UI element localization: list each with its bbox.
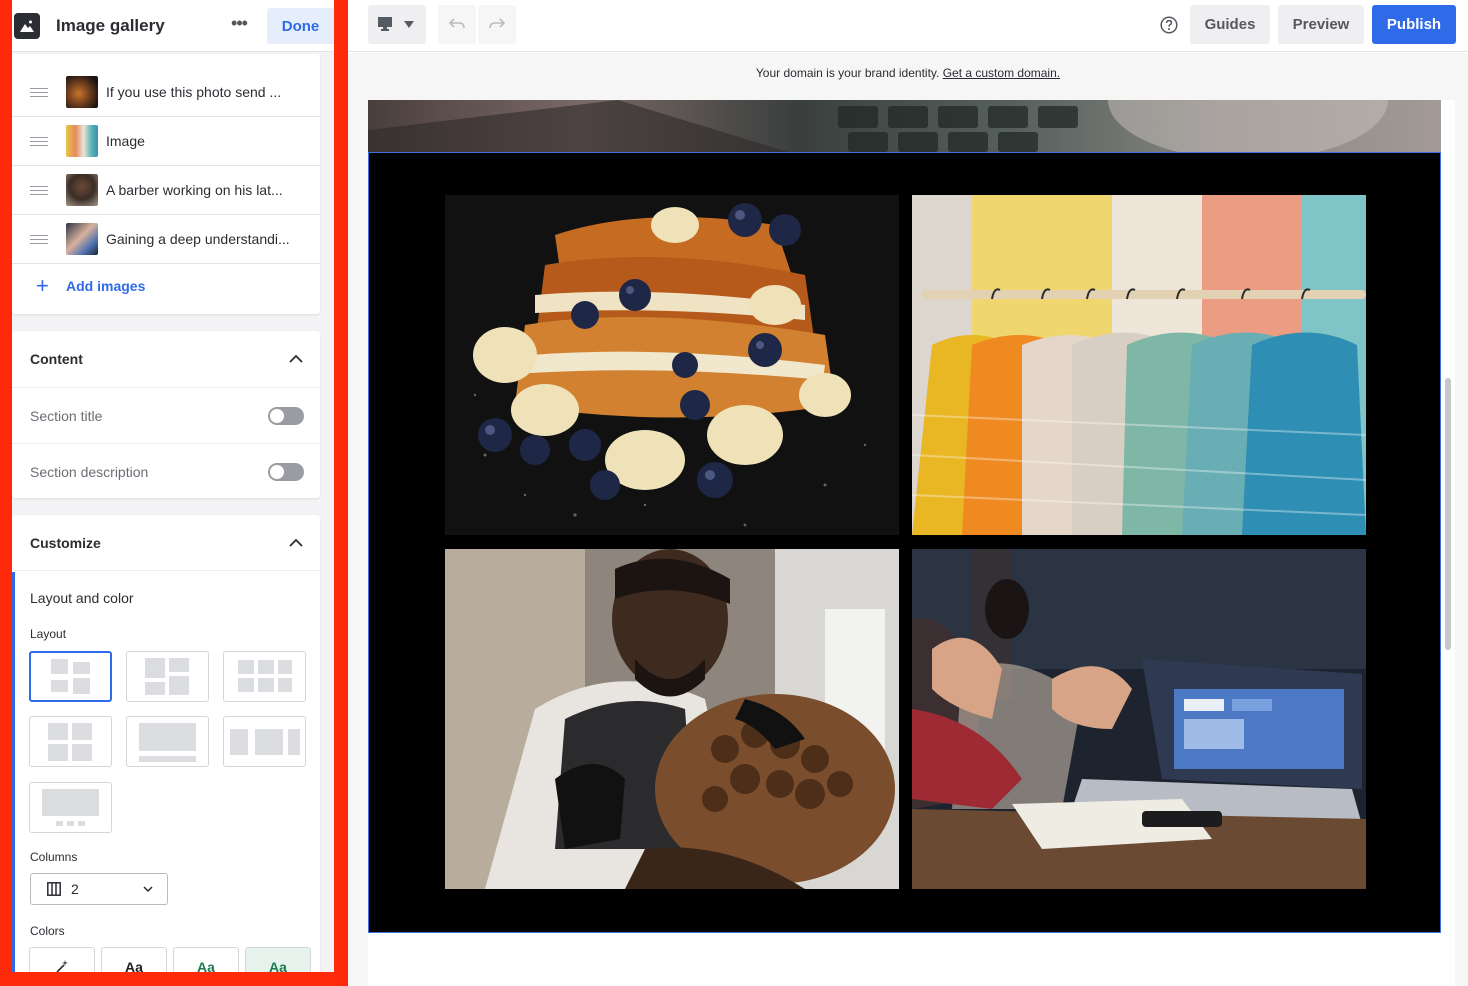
magic-wand-icon xyxy=(56,960,68,972)
content-header[interactable]: Content xyxy=(12,331,320,387)
panel-header: Image gallery ••• Done xyxy=(12,0,334,52)
layout-option-full-width[interactable] xyxy=(126,716,209,767)
image-list-item[interactable]: Image xyxy=(12,117,320,166)
colors-label: Colors xyxy=(30,924,65,938)
help-icon[interactable] xyxy=(1160,16,1178,34)
color-option-auto[interactable] xyxy=(29,947,95,972)
image-thumbnail xyxy=(66,174,98,206)
custom-domain-link[interactable]: Get a custom domain. xyxy=(943,66,1060,80)
redo-button[interactable] xyxy=(478,5,516,44)
image-list-item-label: If you use this photo send ... xyxy=(106,84,282,100)
editor-toolbar: Guides Preview Publish xyxy=(348,0,1468,52)
redo-icon xyxy=(489,18,505,29)
gallery-image-barber[interactable] xyxy=(445,549,899,889)
content-title: Content xyxy=(30,351,83,367)
image-list-item-label: A barber working on his lat... xyxy=(106,182,283,198)
layout-label: Layout xyxy=(30,627,67,641)
image-list-item[interactable]: A barber working on his lat... xyxy=(12,166,320,215)
domain-banner: Your domain is your brand identity. Get … xyxy=(348,66,1468,80)
gallery-image-meeting[interactable] xyxy=(912,549,1366,889)
plus-icon: + xyxy=(36,273,49,298)
columns-label: Columns xyxy=(30,850,78,864)
image-thumbnail xyxy=(66,76,98,108)
content-card: Content Section title Section descriptio… xyxy=(12,331,320,498)
chevron-up-icon[interactable] xyxy=(289,536,303,550)
chevron-up-icon[interactable] xyxy=(289,352,303,366)
layout-and-color-label: Layout and color xyxy=(30,590,134,606)
gallery-image-french-toast[interactable] xyxy=(445,195,899,535)
columns-select[interactable]: 2 xyxy=(30,873,168,905)
section-description-label: Section description xyxy=(30,463,149,480)
customize-title: Customize xyxy=(30,534,101,551)
image-list-card: If you use this photo send ... Image A b… xyxy=(12,54,320,314)
section-title-toggle[interactable] xyxy=(268,406,304,425)
drag-handle-icon[interactable] xyxy=(30,234,48,244)
image-gallery-panel: Image gallery ••• Done If you use this p… xyxy=(12,0,334,972)
layout-option-grid-square[interactable] xyxy=(29,716,112,767)
layout-option-carousel[interactable] xyxy=(223,716,306,767)
done-button[interactable]: Done xyxy=(267,8,334,44)
next-section[interactable] xyxy=(368,933,1441,986)
color-option-green-text[interactable]: Aa xyxy=(173,947,239,972)
image-thumbnail xyxy=(66,223,98,255)
layout-option-grid-2x2[interactable] xyxy=(29,651,112,702)
color-option-dark-text[interactable]: Aa xyxy=(101,947,167,972)
domain-banner-text: Your domain is your brand identity. xyxy=(755,66,940,80)
gallery-image-clothing-rack[interactable] xyxy=(912,195,1366,535)
image-list-item-label: Image xyxy=(106,133,145,149)
columns-value: 2 xyxy=(71,881,79,897)
image-gallery-section[interactable] xyxy=(368,152,1441,933)
add-images-button[interactable]: + Add images xyxy=(36,273,146,298)
layout-option-slideshow[interactable] xyxy=(29,782,112,833)
undo-icon xyxy=(449,18,465,29)
previous-section-image[interactable] xyxy=(368,100,1441,152)
panel-title: Image gallery xyxy=(56,15,165,35)
columns-icon xyxy=(47,882,61,896)
more-options-icon[interactable]: ••• xyxy=(228,14,250,36)
layout-option-masonry[interactable] xyxy=(126,651,209,702)
drag-handle-icon[interactable] xyxy=(30,87,48,97)
publish-button[interactable]: Publish xyxy=(1372,5,1456,44)
add-images-label: Add images xyxy=(66,278,146,294)
image-gallery-icon xyxy=(14,12,40,39)
drag-handle-icon[interactable] xyxy=(30,185,48,195)
chevron-down-icon xyxy=(143,886,153,893)
layout-option-grid-3[interactable] xyxy=(223,651,306,702)
image-thumbnail xyxy=(66,125,98,157)
section-title-label: Section title xyxy=(30,407,103,424)
preview-button[interactable]: Preview xyxy=(1278,5,1364,44)
image-list-item[interactable]: If you use this photo send ... xyxy=(12,68,320,117)
device-switcher[interactable] xyxy=(368,5,426,44)
color-option-green-bg[interactable]: Aa xyxy=(245,947,311,972)
canvas-scrollbar-thumb[interactable] xyxy=(1445,378,1451,650)
chevron-down-icon xyxy=(404,21,414,28)
customize-card: Customize Layout and color Layout Column… xyxy=(12,515,320,972)
image-list-item-label: Gaining a deep understandi... xyxy=(106,231,290,247)
customize-header[interactable]: Customize xyxy=(12,515,320,571)
image-list-item[interactable]: Gaining a deep understandi... xyxy=(12,215,320,264)
desktop-icon xyxy=(378,17,392,31)
undo-button[interactable] xyxy=(438,5,476,44)
guides-button[interactable]: Guides xyxy=(1190,5,1270,44)
drag-handle-icon[interactable] xyxy=(30,136,48,146)
section-title-row: Section title xyxy=(12,387,320,443)
section-description-toggle[interactable] xyxy=(268,462,304,481)
customize-accent-bar xyxy=(12,572,15,972)
section-description-row: Section description xyxy=(12,443,320,499)
